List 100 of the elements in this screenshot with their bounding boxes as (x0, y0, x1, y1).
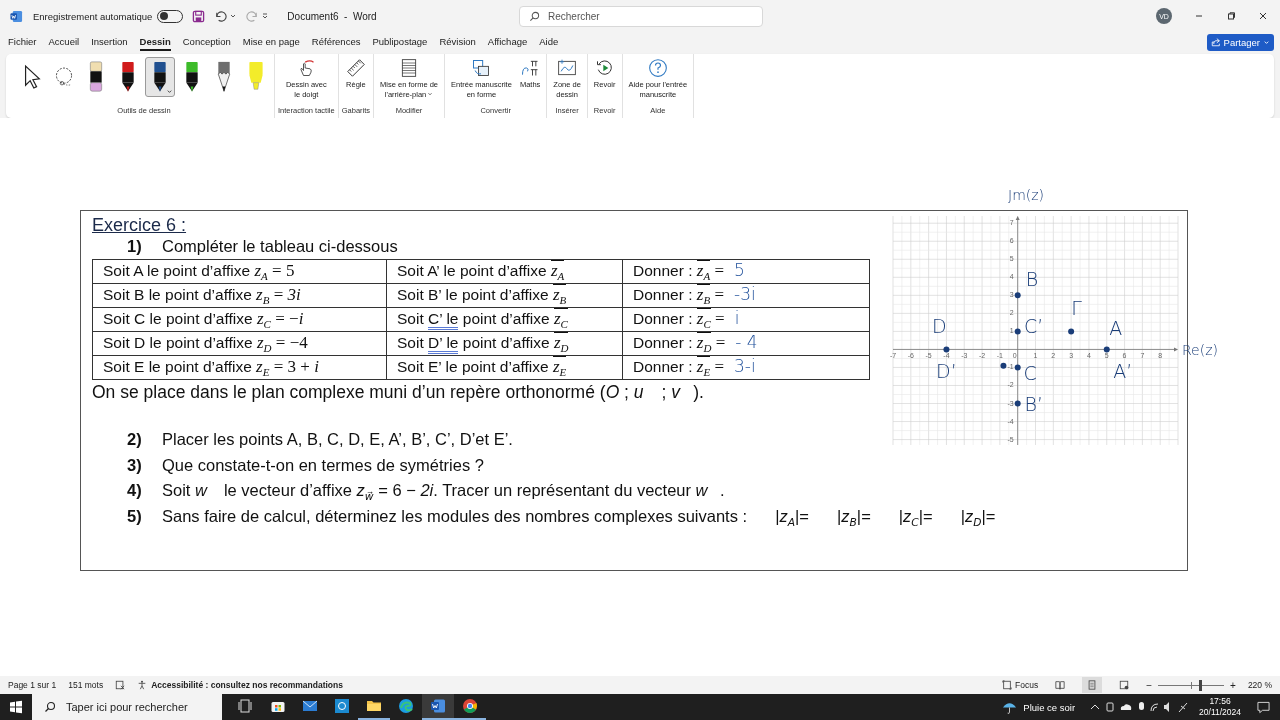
handwritten-label: D (932, 315, 947, 338)
question-text: Compléter le tableau ci-dessous (162, 237, 398, 256)
handwritten-answer: 5 (734, 260, 745, 281)
window-title: Document6 - Word (287, 10, 377, 22)
cell-text: Soit D’ le point d’affixe z$_{D}$ (397, 334, 569, 352)
page-count[interactable]: Page 1 sur 1 (8, 680, 57, 690)
menu-tab[interactable]: Mise en page (242, 33, 300, 51)
redo-icon (246, 9, 260, 23)
weather-text[interactable]: Pluie ce soir (1023, 701, 1076, 713)
ruler-icon (345, 58, 366, 78)
cell-text: Donner : z$_{D}$ = (633, 334, 726, 352)
menu-tab[interactable]: Affichage (487, 33, 528, 51)
handwritten-label: B (1025, 268, 1039, 291)
accessibility-status[interactable]: Accessibilité : consultez nos recommandations (151, 680, 343, 690)
proofing-icon[interactable] (115, 680, 126, 690)
axis-label: Jm(z) (1008, 187, 1045, 203)
question-number: 2) (127, 430, 143, 449)
menu-tab[interactable]: Aide (539, 33, 559, 51)
menu-tab[interactable]: Insertion (91, 33, 128, 51)
read-mode-icon (1055, 680, 1066, 690)
clock-time[interactable]: 17:56 (1209, 696, 1231, 707)
cell-text: Donner : z$_{E}$ = (633, 358, 725, 376)
menu-tab[interactable]: Publipostage (372, 33, 428, 51)
accessibility-icon[interactable] (137, 680, 148, 690)
question-number: 4) (127, 481, 143, 500)
clock-date[interactable]: 20/11/2024 (1199, 707, 1241, 718)
print-layout-icon (1087, 680, 1098, 690)
focus-button[interactable]: Focus (1002, 680, 1039, 690)
cell-text: Soit A le point d’affixe z$_{A}$ = 5 (103, 261, 295, 279)
question-number: 3) (127, 455, 143, 475)
canvas-icon (557, 58, 578, 78)
cell-text: Soit C’ le point d’affixe z$_{C}$ (397, 310, 568, 328)
word-count[interactable]: 151 mots (68, 680, 104, 690)
caret-icon[interactable] (166, 88, 173, 95)
restore-icon[interactable] (1226, 11, 1236, 21)
cell-text: Soit D le point d’affixe z$_{D}$ = −4 (103, 333, 308, 351)
customize-caret-icon[interactable] (261, 12, 270, 20)
caret-icon[interactable] (229, 12, 238, 20)
question-number: 5) (127, 506, 143, 526)
pi-icon (520, 58, 541, 78)
cell-text: Soit B’ le point d’affixe z$_{B}$ (397, 286, 567, 304)
question-text: Placer les points A, B, C, D, E, A’, B’, C’, D’et E’. (162, 430, 513, 449)
question-text: Sans faire de calcul, déterminez les modules des nombres complexes suivants : (162, 506, 748, 526)
app-logo-icon (10, 9, 23, 23)
menu-tab[interactable]: Références (311, 33, 361, 51)
question-text: Que constate-t-on en termes de symétries ? (162, 455, 484, 475)
menu-tab[interactable]: Dessin (139, 33, 171, 51)
menu-tab[interactable]: Fichier (8, 33, 37, 51)
save-icon[interactable] (192, 9, 206, 23)
cell-text: Soit E’ le point d’affixe z$_{E}$ (397, 358, 567, 376)
handwritten-label: Γ (1071, 297, 1082, 320)
exercise-title: Exercice 6 : (92, 215, 187, 236)
notifications-icon[interactable] (1257, 700, 1270, 714)
handwritten-label: A’ (1113, 360, 1133, 383)
cell-text: Donner : z$_{A}$ = (633, 262, 725, 280)
tray-icons-drawing[interactable] (1089, 700, 1190, 714)
wave-logo-icon (398, 698, 414, 714)
handwritten-answer: - 4 (735, 332, 758, 353)
close-icon[interactable] (1258, 11, 1268, 21)
question-text: Soit w⃗ le vecteur d’affixe z$_{w⃗}$ = 6 − 2i. Tracer un représentant du vecteur w⃗. (162, 481, 725, 504)
search-field[interactable]: Rechercher (519, 5, 763, 27)
menu-tab[interactable]: Accueil (48, 33, 80, 51)
modulus-blank: |z$_{B}$|= (836, 506, 871, 529)
task-view-icon (238, 698, 254, 714)
mail-icon (302, 698, 318, 714)
shapes-icon (471, 58, 492, 78)
modulus-blank: |z$_{D}$|= (960, 506, 996, 529)
start-icon[interactable] (9, 700, 23, 714)
web-layout-icon (1119, 680, 1130, 690)
zoom-out-button[interactable]: − (1146, 679, 1153, 691)
zoom-in-button[interactable]: + (1230, 679, 1236, 691)
intro-text: On se place dans le plan complexe muni d’un repère orthonormé (O ; u⃗ ; v⃗). (92, 382, 704, 403)
folder-icon (366, 698, 382, 714)
handwritten-answer: 3-i (734, 356, 756, 377)
caret-icon (1263, 38, 1270, 46)
handwritten-label: D’ (936, 360, 957, 383)
taskbar-search-field[interactable]: Taper ici pour rechercher (32, 694, 222, 720)
cell-text: Donner : z$_{C}$ = (633, 310, 725, 328)
zoom-level[interactable]: 220 % (1247, 680, 1272, 690)
handwritten-label: A (1109, 317, 1123, 339)
focus-icon (1002, 680, 1013, 690)
share-button[interactable]: Partager (1206, 33, 1274, 51)
document-app-icon (430, 698, 446, 714)
view-button[interactable] (1082, 677, 1103, 693)
cell-text: Soit C le point d’affixe z$_{C}$ = −i (103, 309, 304, 327)
modulus-blank: |z$_{C}$|= (898, 506, 933, 529)
cell-text: Soit B le point d’affixe z$_{B}$ = 3i (103, 285, 301, 303)
handwritten-label: C’ (1024, 315, 1044, 338)
question-number: 1) (127, 237, 143, 256)
menu-tab[interactable]: Révision (439, 33, 476, 51)
share-icon (1210, 37, 1221, 47)
cell-text: Soit E le point d’affixe z$_{E}$ = 3 + i (103, 357, 319, 375)
handwritten-answer: i (734, 308, 740, 329)
autosave-label: Enregistrement automatique (33, 10, 153, 22)
help-icon (647, 58, 668, 78)
undo-icon[interactable] (214, 9, 228, 23)
menu-tab[interactable]: Conception (182, 33, 231, 51)
search-icon (529, 10, 540, 22)
cell-text: Donner : z$_{B}$ = (633, 286, 725, 304)
cell-text: Soit A’ le point d’affixe z$_{A}$ (397, 262, 565, 280)
